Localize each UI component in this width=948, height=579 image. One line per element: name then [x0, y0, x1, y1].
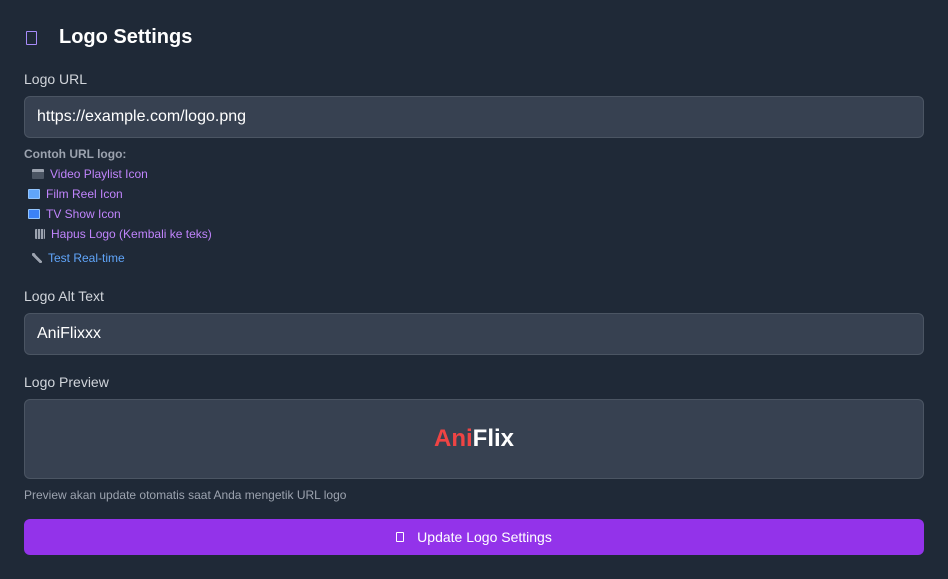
test-realtime-label: Test Real-time [48, 251, 125, 265]
update-logo-button[interactable]: Update Logo Settings [24, 519, 924, 555]
trash-icon [35, 229, 45, 239]
save-icon [396, 532, 405, 542]
test-realtime-link[interactable]: Test Real-time [32, 251, 125, 265]
example-link-remove-logo[interactable]: Hapus Logo (Kembali ke teks) [35, 227, 212, 241]
logo-settings-panel: Logo Settings Logo URL https://example.c… [0, 0, 948, 579]
video-playlist-icon [32, 169, 44, 179]
logo-url-input[interactable]: https://example.com/logo.png [24, 96, 924, 138]
example-link-label: Hapus Logo (Kembali ke teks) [51, 227, 212, 241]
brand-text-flix: Flix [472, 425, 514, 452]
wrench-icon [32, 253, 42, 263]
page-title: Logo Settings [59, 26, 193, 48]
logo-preview: Ani Flix [24, 399, 924, 479]
section-header: Logo Settings [24, 26, 192, 49]
alt-text-input[interactable]: AniFlixxx [24, 313, 924, 355]
alt-text-label: Logo Alt Text [24, 288, 104, 304]
example-link-label: Film Reel Icon [46, 187, 123, 201]
brand-text-ani: Ani [433, 425, 473, 452]
example-link-video-playlist[interactable]: Video Playlist Icon [32, 167, 148, 181]
example-link-film-reel[interactable]: Film Reel Icon [28, 187, 123, 201]
examples-title: Contoh URL logo: [24, 147, 127, 161]
example-link-label: TV Show Icon [46, 207, 121, 221]
preview-hint: Preview akan update otomatis saat Anda m… [24, 488, 347, 502]
logo-url-label: Logo URL [24, 71, 88, 87]
preview-label: Logo Preview [24, 374, 109, 390]
tv-icon [28, 209, 40, 219]
example-link-label: Video Playlist Icon [50, 167, 148, 181]
image-icon [26, 30, 37, 45]
film-reel-icon [28, 189, 40, 199]
example-link-tv-show[interactable]: TV Show Icon [28, 207, 121, 221]
update-logo-label: Update Logo Settings [417, 529, 552, 545]
